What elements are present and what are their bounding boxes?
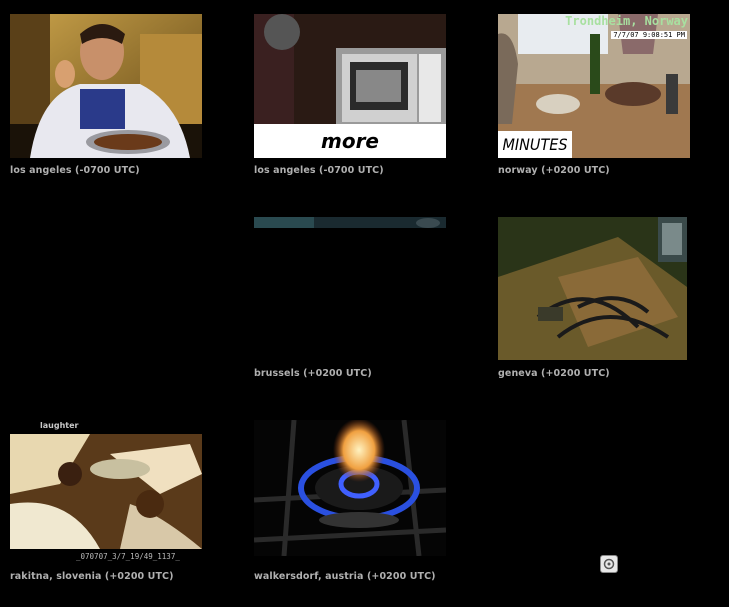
minutes-banner: MINUTES [498,131,572,158]
caption-geneva: geneva (+0200 UTC) [498,368,610,379]
walkersdorf-image [254,420,446,556]
thumbnail-rakitna[interactable] [10,434,202,549]
thumbnail-los-angeles-1[interactable] [10,14,202,158]
rakitna-image [10,434,202,549]
caption-norway: norway (+0200 UTC) [498,165,610,176]
laughter-label: laughter [40,421,79,430]
sound-toggle-icon[interactable] [600,555,618,573]
more-banner: more [254,124,446,158]
los-angeles-1-image [10,14,202,158]
caption-walkersdorf: walkersdorf, austria (+0200 UTC) [254,571,436,582]
caption-brussels: brussels (+0200 UTC) [254,368,372,379]
thumbnail-norway[interactable]: Trondheim, Norway 7/7/07 9:08:51 PM MINU… [498,14,690,158]
gear-glyph [603,558,615,570]
caption-los-angeles-2: los angeles (-0700 UTC) [254,165,384,176]
thumbnail-geneva[interactable] [498,217,687,360]
geneva-image [498,217,687,360]
caption-rakitna: rakitna, slovenia (+0200 UTC) [10,571,174,582]
overlay-location: Trondheim, Norway [565,14,688,28]
filename-label: _070707_3/7_19/49_1137_ [76,552,180,561]
thumbnail-brussels[interactable] [254,217,446,361]
brussels-image [254,217,446,361]
overlay-timestamp: 7/7/07 9:08:51 PM [611,31,687,39]
thumbnail-los-angeles-2[interactable]: more [254,14,446,158]
caption-los-angeles-1: los angeles (-0700 UTC) [10,165,140,176]
thumbnail-walkersdorf[interactable] [254,420,446,556]
